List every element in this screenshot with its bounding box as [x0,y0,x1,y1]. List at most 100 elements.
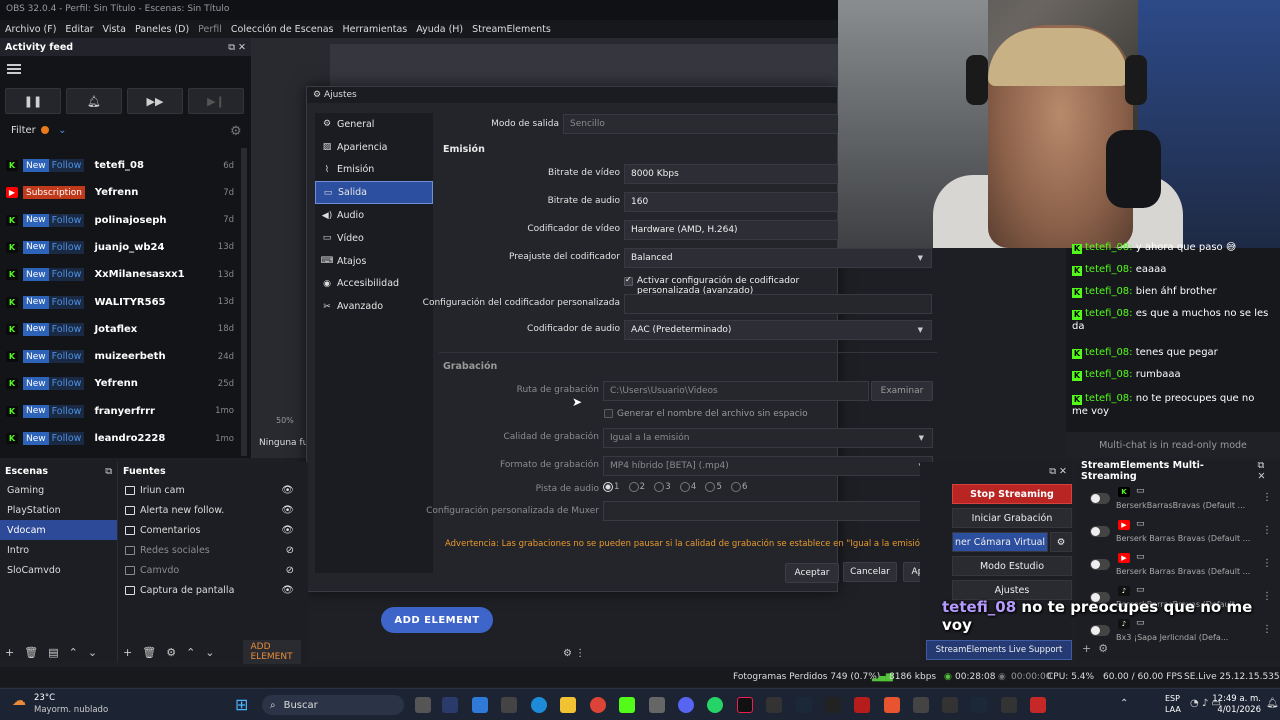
move-up-icon[interactable]: ⌃ [186,646,195,659]
source-item[interactable]: Alerta new follow. 👁︎ [118,500,308,520]
tiktok-icon[interactable] [737,697,753,713]
taskbar-search[interactable]: ⌕ Buscar [262,695,404,715]
feed-event-row[interactable]: ▶ Subscription Yefrenn 7d [0,179,240,206]
feed-event-row[interactable]: K New Follow polinajoseph 7d [0,207,240,234]
filter-dropdown[interactable]: Filter ⌄ [11,125,67,136]
lang-indicator[interactable]: ESP [1165,694,1180,703]
task-view-icon[interactable] [415,697,431,713]
dock-float-close-icon[interactable]: ⧉ ✕ [228,42,246,53]
discord-icon[interactable] [678,697,694,713]
skip-end-button[interactable]: ▶❙ [188,88,244,114]
edge-icon[interactable] [531,697,547,713]
windows-start-icon[interactable]: ⊞ [235,695,248,714]
feed-event-row[interactable]: K New Follow juanjo_wb24 13d [0,234,240,261]
notification-bell-icon[interactable]: 🔔︎ [1266,698,1279,709]
sources-add-element-button[interactable]: ADD ELEMENT [242,640,301,664]
target-menu-icon[interactable]: ⋮ [1262,558,1272,569]
nav-salida[interactable]: ▭ Salida [315,181,433,205]
live-support-button[interactable]: StreamElements Live Support [926,640,1072,660]
obs-icon[interactable] [913,697,929,713]
whatsapp-icon[interactable] [707,697,723,713]
scene-item[interactable]: PlayStation [0,500,117,520]
filter-icon[interactable]: ▤ [48,646,58,659]
scene-item[interactable]: SloCamvdo [0,560,117,580]
settings-button[interactable]: Ajustes [952,580,1072,600]
tray-chevron-icon[interactable]: ⌃ [1120,698,1128,709]
custom-encoder-checkbox[interactable] [624,275,633,286]
eye-hidden-icon[interactable]: ⊘ [286,565,294,576]
file-explorer-icon[interactable] [560,697,576,713]
gear-icon[interactable]: ⚙ [230,124,242,139]
app-icon[interactable] [766,697,782,713]
calculator-icon[interactable] [501,697,517,713]
scene-item[interactable]: Gaming [0,480,117,500]
menu-perfil[interactable]: Perfil [198,24,222,35]
cancel-button[interactable]: Cancelar [843,562,897,582]
video-encoder-select[interactable]: Hardware (AMD, H.264) [624,220,839,240]
app-icon[interactable] [1001,697,1017,713]
scene-item[interactable]: Intro [0,540,117,560]
nav-audio[interactable]: ◀) Audio [315,204,433,227]
audio-track-5[interactable]: 5 [705,482,722,492]
no-space-checkbox[interactable] [604,409,613,418]
feed-event-row[interactable]: K New Follow Yefrenn 25d [0,370,240,397]
feed-event-row[interactable]: K New Follow WALITYR565 13d [0,289,240,316]
add-source-icon[interactable]: + [123,646,132,659]
lang-layout[interactable]: LAA [1165,705,1181,714]
nav-video[interactable]: ▭ Vídeo [315,227,433,250]
target-menu-icon[interactable]: ⋮ [1262,525,1272,536]
feed-scrollbar[interactable] [241,148,247,456]
add-scene-icon[interactable]: + [5,646,14,659]
clock-time[interactable]: 12:49 a. m. [1201,694,1261,704]
steam-icon[interactable] [796,697,812,713]
menu-vista[interactable]: Vista [103,24,126,35]
menu-editar[interactable]: Editar [65,24,93,35]
app-icon[interactable] [442,697,458,713]
feed-event-row[interactable]: K New Follow Jotaflex 18d [0,316,240,343]
menu-streamelements[interactable]: StreamElements [472,24,551,35]
recording-quality-select[interactable]: Igual a la emisión ▼ [603,428,933,448]
menu-paneles[interactable]: Paneles (D) [135,24,189,35]
nav-atajos[interactable]: ⌨ Atajos [315,250,433,273]
virtual-camera-button[interactable]: ner Cámara Virtual [952,532,1048,552]
video-bitrate-input[interactable]: 8000 Kbps [624,164,839,184]
output-mode-select[interactable]: Sencillo [563,114,839,134]
audio-track-6[interactable]: 6 [731,482,747,492]
audio-track-1[interactable]: 1 [603,482,619,492]
chrome-icon[interactable] [590,697,606,713]
eye-hidden-icon[interactable]: ⊘ [286,545,294,556]
trash-icon[interactable]: 🗑︎ [142,646,156,659]
app-icon[interactable] [884,697,900,713]
feed-event-row[interactable]: K New Follow muizeerbeth 24d [0,343,240,370]
source-item[interactable]: Iriun cam 👁︎ [118,480,308,500]
menu-herramientas[interactable]: Herramientas [343,24,408,35]
eye-icon[interactable]: 👁︎ [281,525,294,536]
dock-float-icon[interactable]: ⧉ [105,466,112,477]
stop-streaming-button[interactable]: Stop Streaming [952,484,1072,504]
menu-archivo[interactable]: Archivo (F) [5,24,56,35]
eye-icon[interactable]: 👁︎ [281,585,294,596]
app-icon[interactable] [825,697,841,713]
audio-track-3[interactable]: 3 [654,482,671,492]
move-down-icon[interactable]: ⌄ [88,646,97,659]
transform-icon[interactable]: ⚙ ⋮ [563,648,585,659]
target-toggle[interactable] [1090,559,1110,570]
feed-event-row[interactable]: K New Follow XxMilanesasxx1 13d [0,261,240,288]
audio-track-2[interactable]: 2 [628,482,645,492]
steam-icon[interactable] [971,697,987,713]
hamburger-menu-icon[interactable] [7,64,21,74]
app-icon[interactable] [942,697,958,713]
copilot-icon[interactable] [472,697,488,713]
browse-button[interactable]: Examinar [871,381,933,401]
custom-encoder-settings-input[interactable] [624,294,932,314]
skip-button[interactable]: ▶▶ [127,88,183,114]
clock-date[interactable]: 4/01/2026 [1201,705,1261,715]
dock-float-close-icon[interactable]: ⧉ ✕ [1257,460,1275,482]
move-up-icon[interactable]: ⌃ [69,646,78,659]
move-down-icon[interactable]: ⌄ [205,646,214,659]
feed-event-row[interactable]: K New Follow leandro2228 1mo [0,425,240,452]
feed-event-row[interactable]: K New Follow franyerfrrr 1mo [0,398,240,425]
source-item[interactable]: Comentarios 👁︎ [118,520,308,540]
nav-apariencia[interactable]: ▨ Apariencia [315,136,433,159]
gear-icon[interactable]: ⚙ [1050,532,1072,552]
